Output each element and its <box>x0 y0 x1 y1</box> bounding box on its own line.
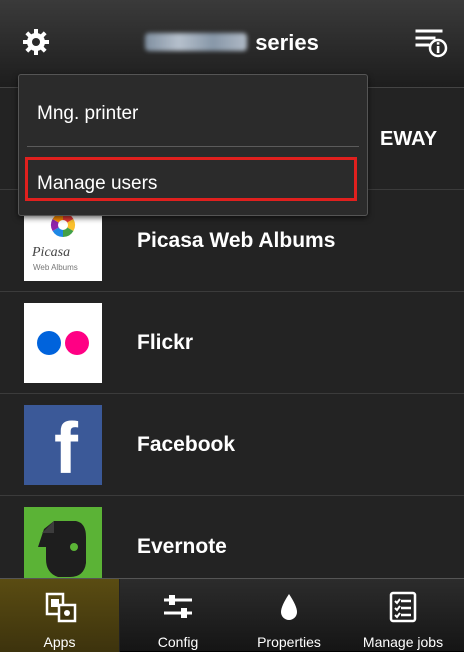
config-icon <box>164 595 192 618</box>
flickr-icon <box>24 303 102 383</box>
tab-apps[interactable]: Apps <box>0 579 120 652</box>
app-label: Evernote <box>137 535 227 558</box>
tab-label: Properties <box>257 634 321 650</box>
list-item-flickr[interactable]: Flickr <box>0 292 464 394</box>
manage-jobs-icon <box>389 591 417 623</box>
list-item-facebook[interactable]: f Facebook <box>0 394 464 496</box>
facebook-icon-letter: f <box>54 409 78 489</box>
ink-drop-icon <box>281 594 297 620</box>
menu-divider <box>27 146 359 147</box>
hidden-item-partial-text: EWAY <box>380 128 438 150</box>
tab-properties[interactable]: Properties <box>236 579 342 652</box>
tab-label: Manage jobs <box>362 634 444 650</box>
tab-label: Apps <box>43 634 76 650</box>
blurred-model-name <box>145 33 248 51</box>
settings-dropdown-menu: Mng. printer Manage users <box>18 74 368 216</box>
title-suffix: series <box>255 30 319 55</box>
evernote-icon <box>24 507 102 587</box>
tab-manage-jobs[interactable]: Manage jobs <box>342 579 464 652</box>
bottom-tab-bar: Apps Config Properties Manage jobs <box>0 578 464 652</box>
tab-label: Config <box>157 634 199 650</box>
tab-config[interactable]: Config <box>120 579 236 652</box>
page-title: series <box>0 30 464 56</box>
app-label: Picasa Web Albums <box>137 229 336 252</box>
app-screen: series Picasa Web Albums Picasa Web Albu… <box>0 0 464 652</box>
app-label: Flickr <box>137 331 194 354</box>
picasa-icon-subtext: Web Albums <box>33 263 78 272</box>
info-menu-icon[interactable] <box>414 25 448 59</box>
apps-icon <box>45 592 76 623</box>
menu-item-mng-printer[interactable]: Mng. printer <box>37 103 138 125</box>
menu-item-manage-users[interactable]: Manage users <box>37 173 157 195</box>
facebook-icon: f <box>24 405 102 489</box>
app-label: Facebook <box>137 433 236 456</box>
list-item-evernote[interactable]: Evernote <box>0 496 464 587</box>
picasa-icon-text: Picasa <box>32 245 71 260</box>
